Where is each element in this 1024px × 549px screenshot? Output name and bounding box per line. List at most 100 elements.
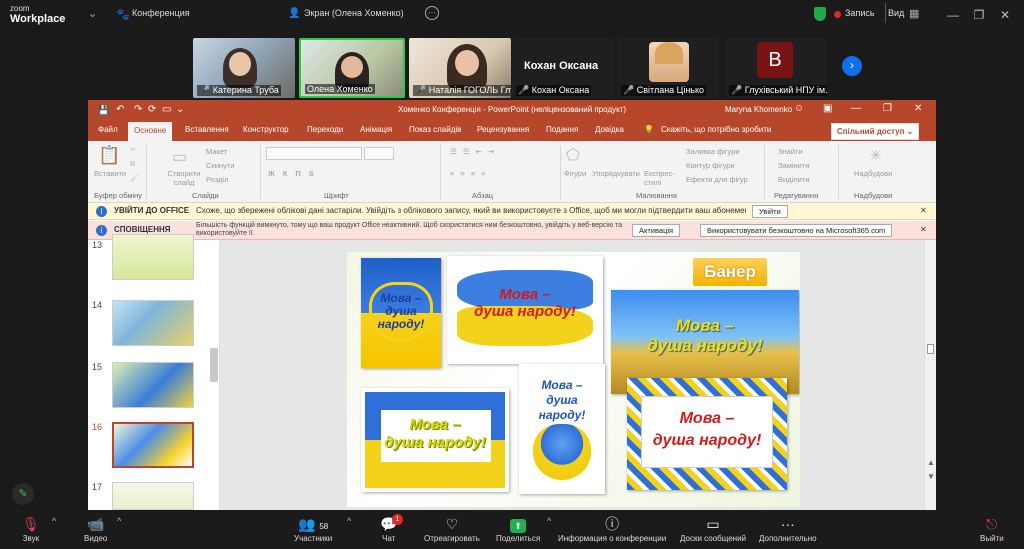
ppt-ribbon: 📋 Вставити ✂ ⧉ 🖌 ▭ Створити слайд Макет … xyxy=(88,141,936,203)
ppt-user-name[interactable]: Maryna Khomenko xyxy=(725,105,792,114)
ppt-close-icon[interactable]: ✕ xyxy=(914,103,922,114)
whiteboards-button[interactable]: ▭ Доски сообщений xyxy=(680,514,746,543)
tab-file[interactable]: Файл xyxy=(98,125,118,134)
layout-button[interactable]: Макет xyxy=(206,147,227,156)
participants-icon: 👥 58 xyxy=(297,516,329,532)
participant-tile[interactable]: 🎤 Катерина Труба xyxy=(193,38,295,98)
scroll-up-icon[interactable]: ▲ xyxy=(927,458,935,467)
chevron-up-icon[interactable]: ^ xyxy=(52,516,56,526)
annotate-pen-icon[interactable]: ✎ xyxy=(12,483,34,505)
banner-card-1[interactable]: Мова – душа народу! xyxy=(361,258,441,368)
shape-fill-button[interactable]: Заливка фігури xyxy=(686,147,740,156)
paste-icon[interactable]: 📋 xyxy=(98,145,120,166)
tab-view[interactable]: Подання xyxy=(546,125,578,134)
new-slide-icon[interactable]: ▭ xyxy=(172,147,187,167)
participants-button[interactable]: 👥 58 Участники xyxy=(294,514,332,543)
arrange-button[interactable]: Упорядкувати xyxy=(592,169,640,178)
font-size-select[interactable] xyxy=(364,147,394,160)
audio-button[interactable]: 🎙 Звук xyxy=(22,514,40,543)
tab-home[interactable]: Основне xyxy=(128,122,173,141)
tab-insert[interactable]: Вставлення xyxy=(185,125,229,134)
account-icon[interactable]: ☺ xyxy=(794,103,804,114)
paste-button[interactable]: Вставити xyxy=(94,169,126,178)
tab-conference[interactable]: Конференция xyxy=(132,8,190,18)
shape-effects-button[interactable]: Ефекти для фігур xyxy=(686,175,748,184)
chevron-up-icon[interactable]: ^ xyxy=(547,516,551,526)
more-icon[interactable]: ··· xyxy=(425,6,439,20)
new-slide-button[interactable]: Створити слайд xyxy=(164,169,204,187)
list-icons[interactable]: ☰☰⇤⇥ xyxy=(450,147,500,156)
share-button[interactable]: Спільний доступ ⌄ xyxy=(831,123,920,140)
close-bar-icon[interactable]: ✕ xyxy=(920,206,927,215)
sign-in-button[interactable]: Увійти xyxy=(752,205,788,218)
slide-thumbnail[interactable] xyxy=(112,300,194,346)
next-page-arrow-icon[interactable]: › xyxy=(842,56,862,76)
addins-button[interactable]: Надбудови xyxy=(854,169,892,178)
canvas-scrollbar[interactable]: ▲ ▼ xyxy=(924,240,936,510)
panel-scrollbar[interactable] xyxy=(210,348,218,382)
react-button[interactable]: ♡ Отреагировать xyxy=(424,514,480,543)
participant-tile[interactable]: В 🎤 Глухівський НПУ ім. Д... xyxy=(725,38,827,98)
quick-styles-button[interactable]: Експрес-стилі xyxy=(644,169,680,187)
leave-button[interactable]: ⎋ Выйти xyxy=(980,514,1004,543)
participant-tile-active[interactable]: Олена Хоменко xyxy=(299,38,405,98)
addins-icon[interactable]: ✳ xyxy=(870,147,882,164)
meeting-info-button[interactable]: ⓘ Информация о конференции xyxy=(558,514,666,543)
banner-card-5[interactable]: Мова – душа народу! xyxy=(519,364,605,494)
copy-icon[interactable]: ⧉ xyxy=(130,159,135,169)
banner-card-4[interactable]: Мова – душа народу! xyxy=(361,388,509,492)
format-painter-icon[interactable]: 🖌 xyxy=(130,173,140,182)
section-button[interactable]: Розділ xyxy=(206,175,228,184)
reset-button[interactable]: Скинути xyxy=(206,161,234,170)
banner-card-6[interactable]: Мова – душа народу! xyxy=(627,378,787,490)
sign-in-bar: i УВІЙТИ ДО OFFICE Схоже, що збережені о… xyxy=(88,203,936,220)
font-name-select[interactable] xyxy=(266,147,362,160)
tab-help[interactable]: Довідка xyxy=(595,125,624,134)
video-button[interactable]: 📹 Видео xyxy=(84,514,107,543)
tab-slideshow[interactable]: Показ слайдів xyxy=(409,125,461,134)
banner-card-2[interactable]: Мова – душа народу! xyxy=(447,256,603,364)
scroll-down-icon[interactable]: ▼ xyxy=(927,472,935,481)
chevron-up-icon[interactable]: ^ xyxy=(117,516,121,526)
tab-animations[interactable]: Анімація xyxy=(360,125,392,134)
close-icon[interactable]: ✕ xyxy=(996,6,1014,24)
participant-tile[interactable]: Кохан Оксана 🎤 Кохан Оксана xyxy=(512,38,614,98)
chevron-down-icon[interactable]: ⌄ xyxy=(88,7,97,20)
chevron-up-icon[interactable]: ^ xyxy=(347,516,351,526)
participant-tile[interactable]: 🎤 Наталія ГОГОЛЬ Глухі... xyxy=(409,38,511,98)
ppt-restore-icon[interactable]: ❐ xyxy=(883,103,892,114)
align-icons[interactable]: ≡≡≡≡ xyxy=(450,169,492,178)
record-label[interactable]: Запись xyxy=(845,8,875,18)
tell-me-search[interactable]: Скажіть, що потрібно зробити xyxy=(661,125,771,134)
view-button[interactable]: Вид xyxy=(888,8,904,18)
shape-outline-button[interactable]: Контур фігури xyxy=(686,161,735,170)
minimize-icon[interactable]: — xyxy=(944,6,962,24)
ribbon-display-icon[interactable]: ▣ xyxy=(823,103,832,114)
select-button[interactable]: Виділити xyxy=(778,175,809,184)
view-grid-icon[interactable]: ▦ xyxy=(909,7,919,20)
more-button[interactable]: ··· Дополнительно xyxy=(759,514,817,543)
share-screen-button[interactable]: ⬆ Поделиться xyxy=(496,514,540,543)
slide-thumbnail[interactable] xyxy=(112,482,194,510)
tab-review[interactable]: Рецензування xyxy=(477,125,529,134)
shapes-button[interactable]: Фігури xyxy=(564,169,586,178)
participant-tile[interactable]: 🎤 Світлана Цінько xyxy=(617,38,719,98)
activate-button[interactable]: Активація xyxy=(632,224,681,237)
tab-design[interactable]: Конструктор xyxy=(243,125,289,134)
slide-thumbnail[interactable] xyxy=(112,234,194,280)
ppt-minimize-icon[interactable]: — xyxy=(851,103,861,114)
font-format-icons[interactable]: ЖКПS xyxy=(268,169,322,178)
cut-icon[interactable]: ✂ xyxy=(130,145,136,154)
shield-icon[interactable] xyxy=(814,7,826,21)
participant-big-name: Кохан Оксана xyxy=(524,60,599,72)
shapes-icon[interactable]: ⬠ xyxy=(566,145,580,165)
close-bar-icon[interactable]: ✕ xyxy=(920,225,927,234)
slide-number: 15 xyxy=(92,362,103,372)
slide-thumbnail[interactable] xyxy=(112,362,194,408)
restore-icon[interactable]: ❐ xyxy=(970,6,988,24)
find-button[interactable]: Знайти xyxy=(778,147,803,156)
replace-button[interactable]: Замінити xyxy=(778,161,809,170)
slide-thumbnail-selected[interactable] xyxy=(112,422,194,468)
tab-transitions[interactable]: Переходи xyxy=(307,125,343,134)
use-free-button[interactable]: Використовувати безкоштовно на Microsoft… xyxy=(700,224,893,237)
